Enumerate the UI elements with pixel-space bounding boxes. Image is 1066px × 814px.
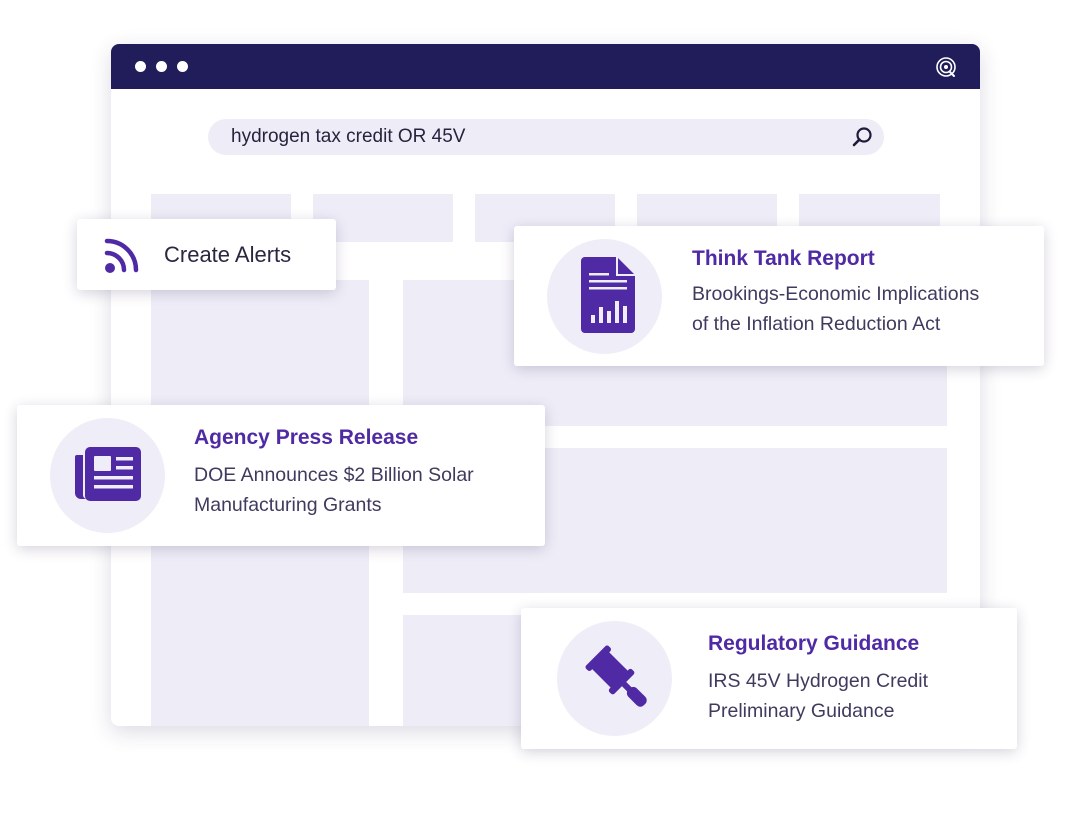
create-alerts-button[interactable]: Create Alerts <box>77 219 336 290</box>
brand-logo-icon <box>936 57 956 77</box>
result-card-press-release[interactable]: Agency Press Release DOE Announces $2 Bi… <box>17 405 545 546</box>
window-dot-3[interactable] <box>177 61 188 72</box>
gavel-icon-badge <box>557 621 672 736</box>
card-title: Regulatory Guidance <box>708 632 920 655</box>
newspaper-icon-badge <box>50 418 165 533</box>
card-text-line-1: DOE Announces $2 Billion Solar <box>194 464 474 486</box>
window-titlebar <box>111 44 980 89</box>
create-alerts-label: Create Alerts <box>164 242 292 267</box>
window-dot-1[interactable] <box>135 61 146 72</box>
rss-icon <box>104 238 139 273</box>
card-text-line-2: Manufacturing Grants <box>194 494 382 516</box>
newspaper-icon <box>75 447 141 501</box>
result-card-think-tank[interactable]: Think Tank Report Brookings-Economic Imp… <box>514 226 1044 366</box>
card-title: Agency Press Release <box>194 426 419 449</box>
search-input[interactable]: hydrogen tax credit OR 45V <box>231 119 465 155</box>
search-bar[interactable]: hydrogen tax credit OR 45V <box>208 119 884 155</box>
search-icon[interactable] <box>850 125 874 149</box>
report-document-icon <box>581 257 635 333</box>
window-dot-2[interactable] <box>156 61 167 72</box>
card-text-line-1: IRS 45V Hydrogen Credit <box>708 670 929 692</box>
report-icon-badge <box>547 239 662 354</box>
card-text-line-1: Brookings-Economic Implications <box>692 283 980 305</box>
card-title: Think Tank Report <box>692 247 875 270</box>
card-text-line-2: Preliminary Guidance <box>708 700 895 722</box>
result-card-regulatory[interactable]: Regulatory Guidance IRS 45V Hydrogen Cre… <box>521 608 1017 749</box>
gavel-icon <box>585 645 647 707</box>
card-text-line-2: of the Inflation Reduction Act <box>692 313 941 335</box>
